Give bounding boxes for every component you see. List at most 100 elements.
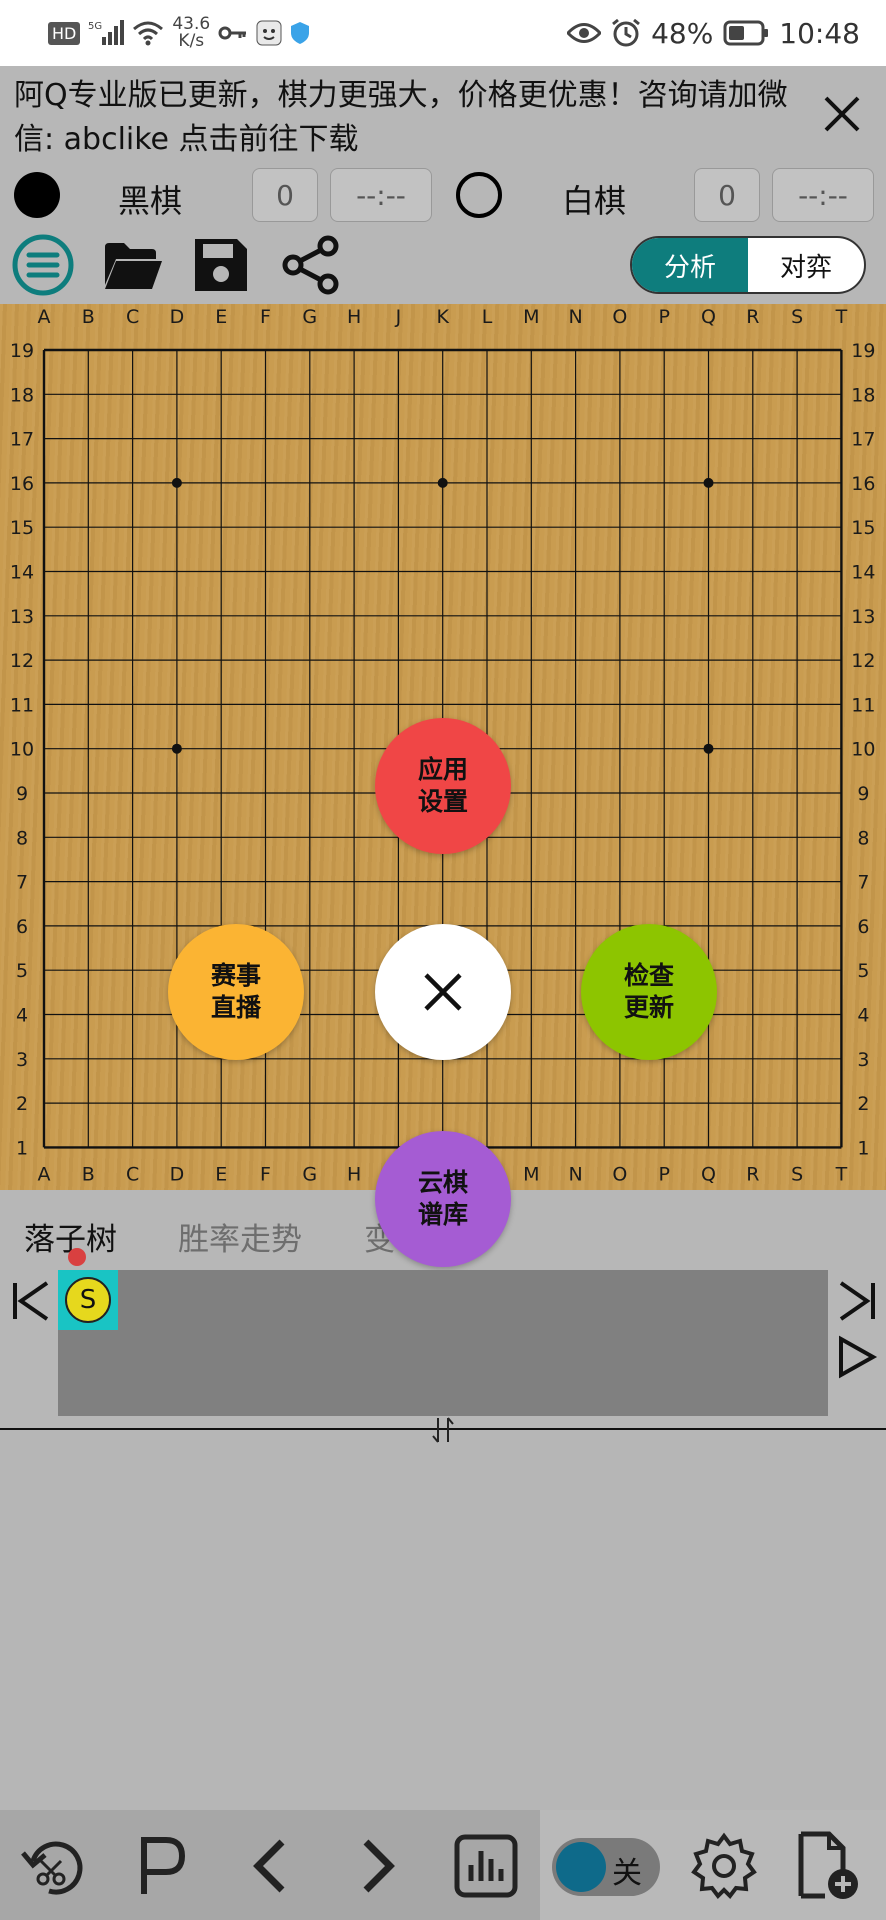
- tab-winrate-trend[interactable]: 胜率走势: [178, 1214, 302, 1259]
- mode-toggle[interactable]: 分析 对弈: [630, 236, 866, 294]
- folder-open-icon[interactable]: [100, 232, 166, 298]
- row-label: 2: [857, 1093, 869, 1115]
- row-label: 14: [851, 562, 875, 584]
- last-move-icon[interactable]: [834, 1278, 880, 1324]
- row-label: 8: [16, 827, 28, 849]
- close-icon[interactable]: [820, 92, 864, 136]
- column-label: T: [835, 1163, 848, 1185]
- column-label: H: [347, 1163, 361, 1185]
- notification-dot: [68, 1248, 86, 1266]
- column-label: R: [746, 1163, 759, 1185]
- row-label: 3: [16, 1049, 28, 1071]
- row-label: 16: [10, 473, 34, 495]
- close-menu-button[interactable]: [375, 924, 511, 1060]
- white-player-name: 白棋: [562, 182, 627, 220]
- shield-icon: [290, 21, 310, 45]
- row-label: 3: [857, 1049, 869, 1071]
- row-label: 9: [16, 783, 28, 805]
- star-point: [437, 477, 448, 488]
- row-label: 1: [857, 1137, 869, 1159]
- column-label: R: [746, 306, 759, 328]
- column-label: P: [658, 1163, 669, 1185]
- svg-text:5G: 5G: [88, 21, 102, 32]
- row-label: 6: [857, 916, 869, 938]
- column-label: Q: [701, 1163, 716, 1185]
- cloud-kifu-button[interactable]: 云棋 谱库: [375, 1131, 511, 1267]
- toggle-knob: [556, 1842, 606, 1892]
- star-point: [171, 743, 182, 754]
- row-label: 5: [857, 960, 869, 982]
- black-stone-icon: [14, 172, 60, 218]
- column-label: K: [436, 306, 449, 328]
- save-icon[interactable]: [188, 232, 254, 298]
- row-label: 15: [851, 517, 875, 539]
- column-label: B: [82, 306, 95, 328]
- column-label: Q: [701, 306, 716, 328]
- row-label: 6: [16, 916, 28, 938]
- wifi-icon: [132, 20, 164, 46]
- move-tree-panel: S: [0, 1270, 886, 1430]
- mode-play-button[interactable]: 对弈: [748, 238, 864, 292]
- column-label: P: [658, 306, 669, 328]
- column-label: F: [260, 1163, 271, 1185]
- column-label: F: [260, 306, 271, 328]
- gear-icon[interactable]: [688, 1830, 760, 1902]
- first-move-icon[interactable]: [8, 1278, 54, 1324]
- previous-move-icon[interactable]: [234, 1830, 306, 1902]
- row-label: 7: [16, 872, 28, 894]
- row-label: 11: [851, 694, 875, 716]
- live-events-button[interactable]: 赛事 直播: [168, 924, 304, 1060]
- next-move-icon[interactable]: [342, 1830, 414, 1902]
- row-label: 4: [857, 1005, 869, 1027]
- black-player-name: 黑棋: [118, 182, 183, 220]
- column-label: E: [215, 1163, 227, 1185]
- toolbar: 分析 对弈: [0, 224, 886, 304]
- column-label: A: [38, 1163, 51, 1185]
- row-label: 17: [851, 429, 875, 451]
- app-avatar-icon: [256, 20, 282, 46]
- pass-icon[interactable]: [126, 1830, 198, 1902]
- column-label: S: [791, 1163, 803, 1185]
- ai-toggle[interactable]: 关: [552, 1838, 660, 1896]
- column-label: D: [170, 1163, 185, 1185]
- row-label: 4: [16, 1005, 28, 1027]
- row-label: 9: [857, 783, 869, 805]
- eye-icon: [567, 22, 602, 44]
- update-banner[interactable]: 阿Q专业版已更新，棋力更强大，价格更优惠！咨询请加微信: abclike 点击前…: [0, 66, 886, 164]
- app-settings-button[interactable]: 应用 设置: [375, 718, 511, 854]
- column-label: O: [612, 306, 627, 328]
- close-icon: [424, 973, 462, 1011]
- row-label: 18: [10, 384, 34, 406]
- banner-text[interactable]: 阿Q专业版已更新，棋力更强大，价格更优惠！咨询请加微信: abclike 点击前…: [14, 74, 796, 162]
- column-label: E: [215, 306, 227, 328]
- row-label: 19: [10, 340, 34, 362]
- move-tree-canvas[interactable]: S: [58, 1270, 828, 1416]
- column-label: S: [791, 306, 803, 328]
- mode-analysis-button[interactable]: 分析: [632, 238, 748, 292]
- column-label: N: [568, 306, 582, 328]
- clock: 10:48: [779, 16, 860, 50]
- new-file-icon[interactable]: [794, 1830, 866, 1902]
- column-label: C: [126, 1163, 139, 1185]
- share-icon[interactable]: [278, 232, 344, 298]
- tree-root-node[interactable]: S: [58, 1270, 118, 1330]
- black-timer: --:--: [330, 168, 432, 222]
- play-icon[interactable]: [834, 1334, 880, 1380]
- resize-handle-icon[interactable]: [430, 1414, 456, 1446]
- analysis-chart-icon[interactable]: [450, 1830, 522, 1902]
- row-label: 12: [851, 650, 875, 672]
- menu-icon[interactable]: [10, 232, 76, 298]
- row-label: 7: [857, 872, 869, 894]
- undo-cut-icon[interactable]: [18, 1830, 90, 1902]
- net-speed: 43.6 K/s: [172, 14, 211, 51]
- column-label: A: [38, 306, 51, 328]
- column-label: G: [302, 306, 317, 328]
- row-label: 11: [10, 694, 34, 716]
- alarm-icon: [611, 18, 641, 48]
- row-label: 2: [16, 1093, 28, 1115]
- column-label: N: [568, 1163, 582, 1185]
- row-label: 10: [10, 739, 34, 761]
- check-update-button[interactable]: 检查 更新: [581, 924, 717, 1060]
- key-icon: [218, 23, 248, 43]
- row-label: 13: [10, 606, 34, 628]
